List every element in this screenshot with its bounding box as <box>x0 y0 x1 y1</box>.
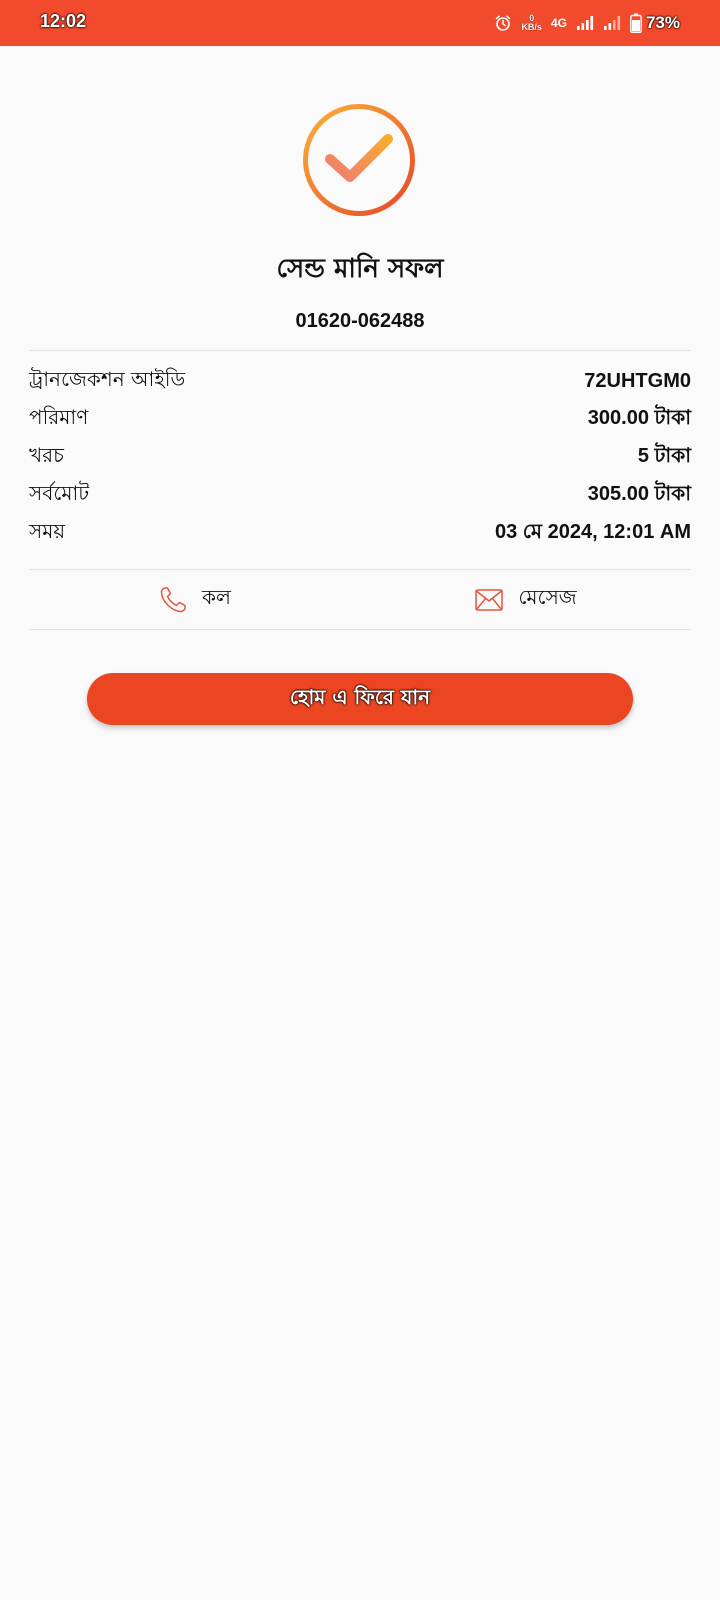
check-circle-icon <box>303 104 415 216</box>
divider <box>29 350 691 351</box>
call-button[interactable]: কল <box>29 570 360 629</box>
detail-row-amount: পরিমাণ 300.00 টাকা <box>29 400 691 438</box>
data-rate: 0 KB/s <box>521 14 542 32</box>
detail-label: সর্বমোট <box>29 480 90 505</box>
envelope-icon <box>475 588 504 611</box>
go-home-button[interactable]: হোম এ ফিরে যান <box>87 673 633 725</box>
detail-label: ট্রানজেকশন আইডি <box>29 366 186 391</box>
alarm-icon <box>496 15 511 31</box>
detail-row-transaction-id: ট্রানজেকশন আইডি 72UHTGM0 <box>29 362 691 400</box>
detail-value: 72UHTGM0 <box>584 369 691 392</box>
phone-icon <box>160 586 186 612</box>
message-label: মেসেজ <box>518 585 577 609</box>
go-home-label: হোম এ ফিরে যান <box>289 684 431 709</box>
network-type: 4G <box>550 16 567 30</box>
status-bar: 12:02 0 KB/s 4G 73% <box>0 0 720 46</box>
data-rate-unit: KB/s <box>521 22 542 32</box>
detail-label: পরিমাণ <box>29 404 89 429</box>
divider <box>29 629 691 630</box>
detail-value: 300.00 টাকা <box>587 406 691 429</box>
call-label: কল <box>202 585 231 609</box>
signal-icon <box>576 16 594 30</box>
message-button[interactable]: মেসেজ <box>360 570 691 629</box>
detail-label: খরচ <box>29 442 64 467</box>
battery-percent: 73% <box>645 13 680 32</box>
detail-value: 305.00 টাকা <box>587 482 691 505</box>
transaction-details: ট্রানজেকশন আইডি 72UHTGM0 পরিমাণ 300.00 ট… <box>29 362 691 552</box>
detail-row-charge: খরচ 5 টাকা <box>29 438 691 476</box>
detail-value: 03 মে 2024, 12:01 AM <box>495 520 691 543</box>
status-icons: 0 KB/s 4G 73% <box>494 9 680 37</box>
detail-row-total: সর্বমোট 305.00 টাকা <box>29 476 691 514</box>
battery-icon <box>630 13 642 33</box>
page-title: সেন্ড মানি সফল <box>276 254 444 284</box>
detail-row-time: সময় 03 মে 2024, 12:01 AM <box>29 514 691 552</box>
contact-actions: কল মেসেজ <box>29 570 691 629</box>
status-time: 12:02 <box>40 11 87 31</box>
signal-icon <box>603 16 621 30</box>
recipient-number: 01620-062488 <box>295 310 425 332</box>
detail-value: 5 টাকা <box>637 444 691 467</box>
detail-label: সময় <box>29 518 66 543</box>
